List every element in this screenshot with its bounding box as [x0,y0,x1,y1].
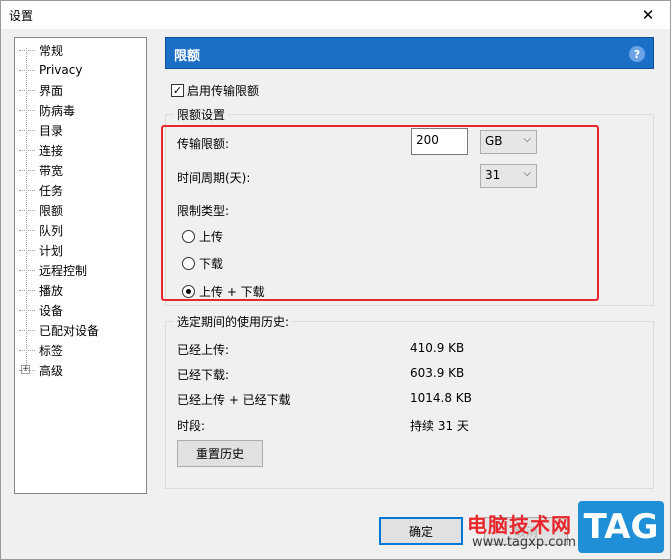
history-upload-value: 410.9 KB [410,341,465,355]
tree-item-directories[interactable]: 目录 [19,121,63,139]
help-icon[interactable]: ? [629,46,645,62]
reset-history-button[interactable]: 重置历史 [177,440,263,467]
tree-item-queue[interactable]: 队列 [19,221,63,239]
enable-quota-label: 启用传输限额 [187,83,260,98]
tree-item-antivirus[interactable]: 防病毒 [19,101,75,119]
close-icon[interactable]: ✕ [626,1,670,29]
tree-item-advanced[interactable]: 高级 [19,361,63,379]
title-bar[interactable]: 设置 ✕ [1,1,670,29]
history-legend: 选定期间的使用历史: [174,313,293,330]
checkbox-checked-icon[interactable]: ✓ [171,83,184,97]
limit-settings-legend: 限额设置 [174,106,229,123]
tree-item-tasks[interactable]: 任务 [19,181,63,199]
history-total-value: 1014.8 KB [410,391,472,405]
tree-item-devices[interactable]: 设备 [19,301,63,319]
watermark-tag-logo: TAG [578,501,664,553]
window-title: 设置 [9,9,34,23]
tree-item-quota[interactable]: 限额 [19,201,63,219]
history-download-value: 603.9 KB [410,366,465,380]
history-total-label: 已经上传 + 已经下载 [177,393,291,407]
enable-quota-checkbox[interactable]: ✓ 启用传输限额 [171,81,259,99]
tree-item-interface[interactable]: 界面 [19,81,63,99]
history-download-label: 已经下载: [177,368,230,382]
history-period-value: 持续 31 天 [410,419,469,433]
panel-header: 限额 ? [165,37,654,69]
tree-item-playback[interactable]: 播放 [19,281,63,299]
tree-item-paired-devices[interactable]: 已配对设备 [19,321,99,339]
watermark-site-name: 电脑技术网 [467,513,572,537]
highlight-box [161,125,599,301]
panel-title: 限额 [174,49,201,64]
tree-item-privacy[interactable]: Privacy [19,61,82,79]
ok-button[interactable]: 确定 [379,517,463,545]
settings-window: 设置 ✕ 常规 Privacy 界面 防病毒 目录 连接 带宽 任务 限额 队列… [0,0,671,560]
watermark-url: www.tagxp.com [472,535,576,550]
tree-item-labels[interactable]: 标签 [19,341,63,359]
history-period-label: 时段: [177,419,206,433]
tree-item-general[interactable]: 常规 [19,41,63,59]
tree-item-remote-control[interactable]: 远程控制 [19,261,87,279]
history-upload-label: 已经上传: [177,343,230,357]
tree-item-schedule[interactable]: 计划 [19,241,63,259]
tree-item-bandwidth[interactable]: 带宽 [19,161,63,179]
tree-item-connection[interactable]: 连接 [19,141,63,159]
settings-tree[interactable]: 常规 Privacy 界面 防病毒 目录 连接 带宽 任务 限额 队列 计划 远… [14,37,147,494]
